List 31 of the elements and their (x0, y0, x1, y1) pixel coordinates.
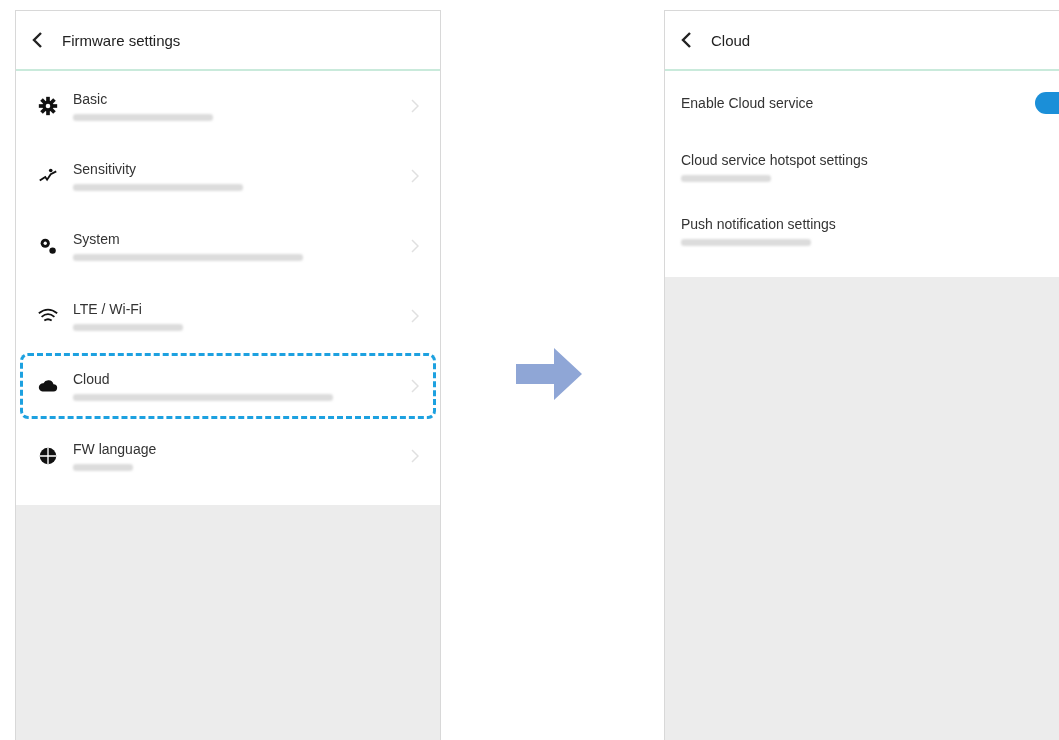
chevron-icon (411, 379, 419, 393)
item-label: Basic (73, 91, 108, 107)
gear-icon (37, 95, 59, 117)
settings-item[interactable]: System (20, 213, 436, 279)
settings-item[interactable]: Push notification settings (665, 199, 1059, 263)
item-label: FW language (73, 441, 157, 457)
chevron-icon (411, 169, 419, 183)
settings-item[interactable]: Basic (20, 73, 436, 139)
chevron-icon (411, 239, 419, 253)
settings-item[interactable]: FW language (20, 423, 436, 489)
item-label: System (73, 231, 120, 247)
back-icon[interactable] (30, 31, 44, 49)
item-label: Cloud (73, 371, 110, 387)
screen-title: Cloud (711, 31, 751, 49)
globe-icon (37, 445, 59, 467)
item-label: LTE / Wi-Fi (73, 301, 142, 317)
back-icon[interactable] (679, 31, 693, 49)
item-label: Push notification settings (681, 216, 836, 232)
chevron-icon (411, 449, 419, 463)
settings-item[interactable]: Cloud service hotspot settings (665, 135, 1059, 199)
item-label: Enable Cloud service (681, 95, 814, 111)
chevron-icon (411, 99, 419, 113)
settings-item[interactable]: Sensitivity (20, 143, 436, 209)
item-label: Cloud service hotspot settings (681, 152, 868, 168)
screen-title: Firmware settings (62, 31, 181, 49)
item-label: Sensitivity (73, 161, 137, 177)
chevron-icon (411, 309, 419, 323)
right-arrow-icon (516, 348, 582, 400)
blurred-subtitle (73, 464, 133, 471)
settings-item[interactable]: Cloud (20, 353, 436, 419)
settings-item[interactable]: LTE / Wi-Fi (20, 283, 436, 349)
